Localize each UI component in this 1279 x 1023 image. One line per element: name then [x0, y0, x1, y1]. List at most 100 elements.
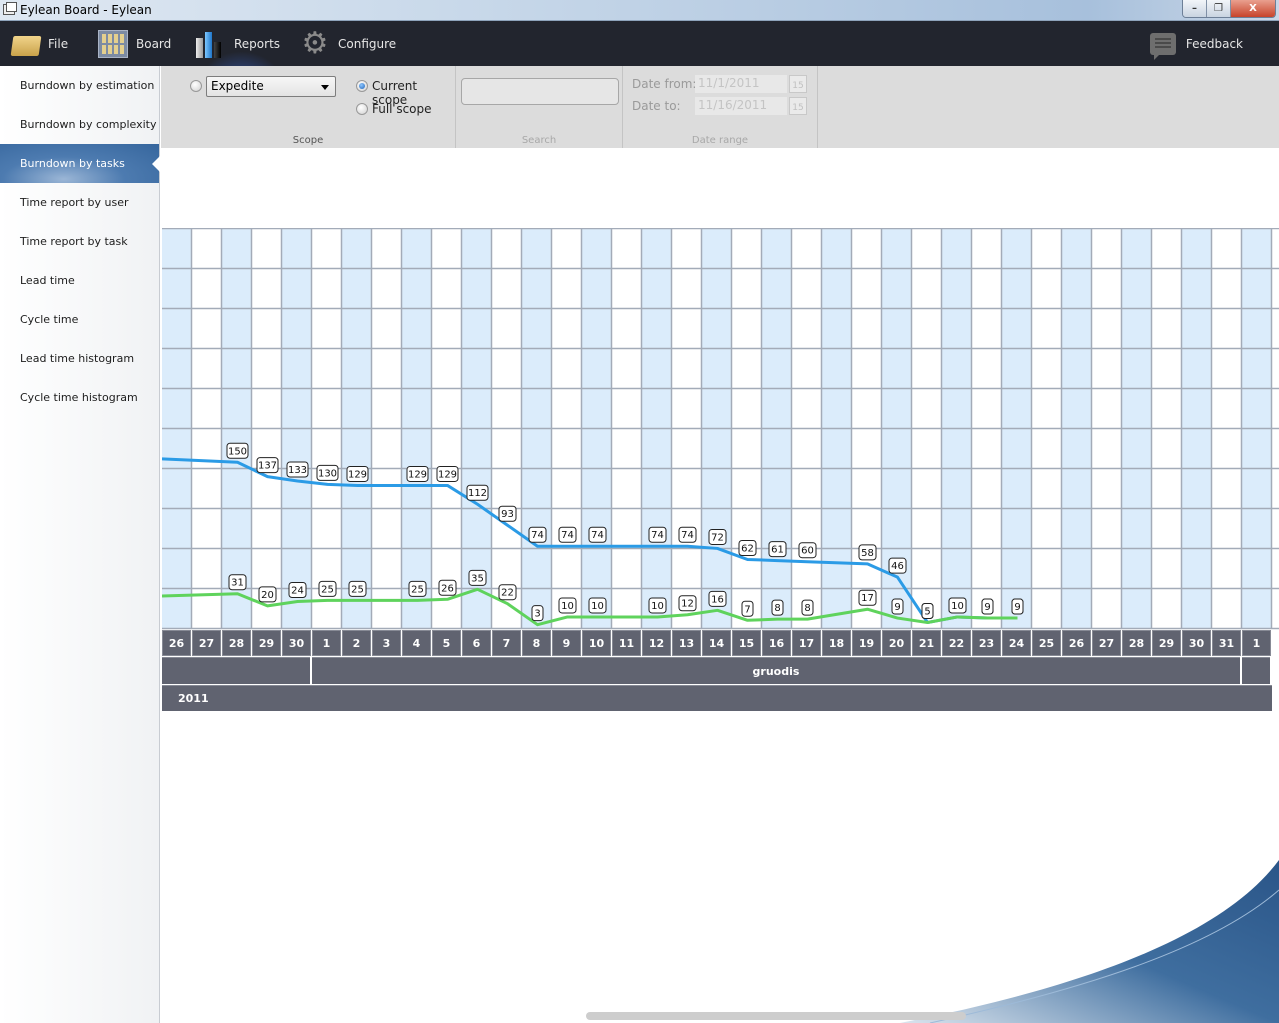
day-tick-label: 3: [372, 630, 401, 656]
sidebar-item-burndown-tasks[interactable]: Burndown by tasks: [0, 144, 160, 183]
data-label: 8: [801, 599, 814, 616]
day-tick-label: 19: [852, 630, 881, 656]
day-tick-label: 2: [342, 630, 371, 656]
current-scope-radio[interactable]: [356, 80, 368, 92]
data-label: 137: [256, 457, 279, 474]
sidebar-item-time-report-task[interactable]: Time report by task: [0, 222, 159, 261]
data-label: 74: [528, 526, 547, 543]
sidebar-item-lead-time[interactable]: Lead time: [0, 261, 159, 300]
sidebar-item-lead-time-histogram[interactable]: Lead time histogram: [0, 339, 159, 378]
month-label: [162, 657, 310, 684]
day-tick-label: 28: [1122, 630, 1151, 656]
sidebar-item-burndown-estimation[interactable]: Burndown by estimation: [0, 66, 159, 105]
data-label: 24: [288, 581, 307, 598]
search-input[interactable]: [461, 78, 619, 105]
data-label-text: 133: [288, 465, 307, 476]
day-tick-label: 27: [192, 630, 221, 656]
day-tick-label: 1: [312, 630, 341, 656]
date-to-label: Date to:: [632, 99, 681, 113]
data-label: 150: [226, 442, 249, 459]
window-titlebar: Eylean Board - Eylean – ❐ X: [0, 0, 1279, 21]
menu-board-label: Board: [136, 36, 172, 51]
data-label-text: 72: [711, 532, 724, 543]
sidebar-item-time-report-user[interactable]: Time report by user: [0, 183, 159, 222]
search-group: Search: [456, 66, 623, 148]
data-label-text: 8: [774, 603, 780, 614]
data-label: 8: [771, 599, 784, 616]
scope-group-label: Scope: [292, 135, 324, 146]
full-scope-label[interactable]: Full scope: [372, 102, 432, 116]
decorative-swoosh: [900, 860, 1279, 1023]
calendar-icon[interactable]: 15: [789, 97, 807, 115]
data-label-text: 17: [861, 593, 874, 604]
day-tick-label: 10: [582, 630, 611, 656]
data-label-text: 9: [894, 602, 900, 613]
day-tick-label: 8: [522, 630, 551, 656]
sidebar-item-cycle-time[interactable]: Cycle time: [0, 300, 159, 339]
day-tick-label: 7: [492, 630, 521, 656]
data-label: 93: [498, 505, 517, 522]
calendar-icon[interactable]: 15: [789, 75, 807, 93]
data-label-text: 5: [924, 606, 930, 617]
data-label: 74: [678, 526, 697, 543]
data-label-text: 74: [591, 530, 604, 541]
day-tick-label: 20: [882, 630, 911, 656]
menu-board[interactable]: Board: [98, 21, 171, 66]
day-tick-label: 29: [252, 630, 281, 656]
feedback-label: Feedback: [1185, 36, 1243, 51]
day-tick-label: 12: [642, 630, 671, 656]
data-label-text: 93: [501, 509, 514, 520]
select-scope-radio[interactable]: [190, 80, 202, 92]
data-label-text: 9: [1014, 602, 1020, 613]
data-label-text: 16: [711, 594, 724, 605]
feedback-button[interactable]: Feedback: [1149, 21, 1243, 66]
sidebar-item-burndown-complexity[interactable]: Burndown by complexity: [0, 105, 159, 144]
data-label: 112: [466, 484, 489, 501]
date-from-input[interactable]: 11/1/2011: [695, 75, 787, 93]
day-tick-label: 29: [1152, 630, 1181, 656]
day-tick-label: 9: [552, 630, 581, 656]
data-label: 61: [768, 541, 787, 558]
data-label: 9: [1011, 598, 1024, 615]
data-label-text: 137: [258, 461, 277, 472]
menu-reports[interactable]: Reports: [196, 21, 280, 66]
close-button[interactable]: X: [1231, 0, 1275, 17]
horizontal-scrollbar[interactable]: [586, 1012, 966, 1020]
date-from-label: Date from:: [632, 77, 697, 91]
year-label: [1242, 685, 1272, 711]
year-row: 2011: [162, 685, 1279, 711]
data-label-text: 31: [231, 578, 244, 589]
data-label-text: 22: [501, 588, 514, 599]
data-label-text: 129: [438, 469, 457, 480]
day-tick-label: 23: [972, 630, 1001, 656]
day-tick-label: 26: [162, 630, 191, 656]
month-label: [1242, 657, 1270, 684]
full-scope-radio[interactable]: [356, 103, 368, 115]
scope-select[interactable]: Expedite: [206, 76, 336, 97]
day-tick-label: 1: [1242, 630, 1271, 656]
data-label: 25: [318, 580, 337, 597]
minimize-button[interactable]: –: [1183, 0, 1207, 17]
day-tick-label: 28: [222, 630, 251, 656]
menu-file[interactable]: File: [10, 21, 68, 66]
data-label: 26: [438, 579, 457, 596]
app-icon: [3, 2, 17, 15]
date-to-input[interactable]: 11/16/2011: [695, 97, 787, 115]
data-label-text: 20: [261, 590, 274, 601]
data-label: 129: [436, 465, 459, 482]
data-label: 9: [891, 598, 904, 615]
day-tick-label: 6: [462, 630, 491, 656]
data-label: 25: [408, 580, 427, 597]
data-label-text: 26: [441, 583, 454, 594]
data-label-text: 24: [291, 585, 304, 596]
data-label: 12: [678, 595, 697, 612]
menu-reports-label: Reports: [234, 36, 281, 51]
menu-configure[interactable]: ⚙ Configure: [300, 21, 397, 66]
data-label-text: 74: [561, 530, 574, 541]
data-label: 5: [921, 602, 934, 619]
restore-button[interactable]: ❐: [1207, 0, 1231, 17]
data-label: 74: [648, 526, 667, 543]
burndown-chart: 150137 133 130 129 129 1291129374 74 74 74 74 7262…: [162, 228, 1279, 630]
day-tick-label: 31: [1212, 630, 1241, 656]
sidebar-item-cycle-time-histogram[interactable]: Cycle time histogram: [0, 378, 159, 417]
